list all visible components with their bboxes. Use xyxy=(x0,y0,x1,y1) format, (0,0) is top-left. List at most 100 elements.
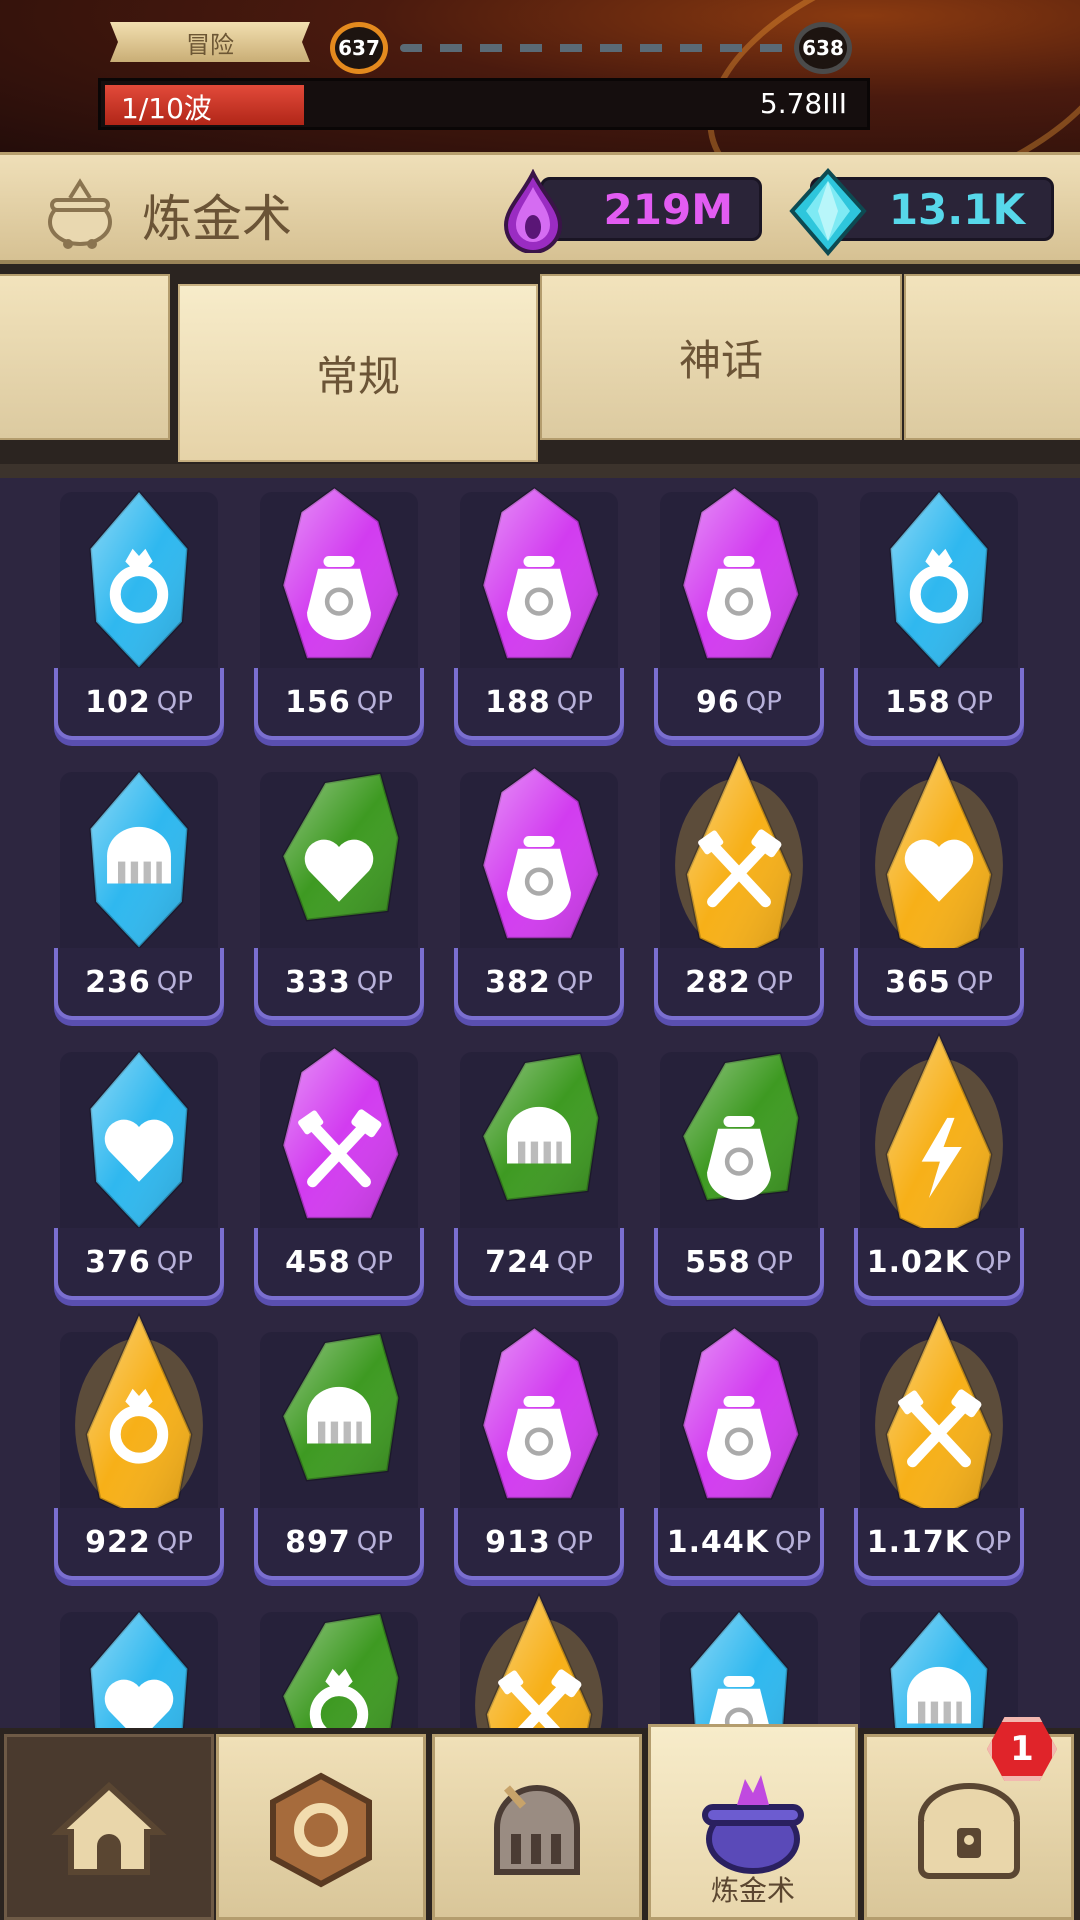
tab-right-partial[interactable] xyxy=(904,274,1080,440)
wave-progress-bar: 1/10波 5.78III xyxy=(98,78,870,130)
crystal-price-value: 458 xyxy=(285,1244,351,1280)
crystal-price: 897 QP xyxy=(254,1508,424,1580)
crystal-slot[interactable]: 102 QP xyxy=(54,478,224,742)
crystal-slot[interactable] xyxy=(54,1592,224,1728)
green-crystal xyxy=(281,1612,400,1728)
crystal-price: 365 QP xyxy=(854,948,1024,1020)
crystal-price-unit: QP xyxy=(356,967,393,997)
elixir-drop-icon xyxy=(503,169,563,253)
alchemy-header: 炼金术 219M 13.1K xyxy=(0,152,1080,264)
helmet-icon xyxy=(907,1666,971,1724)
crystal-price-unit: QP xyxy=(745,687,782,717)
purple-crystal xyxy=(681,1326,800,1500)
crystal-price-unit: QP xyxy=(775,1527,812,1557)
crystal-slot[interactable] xyxy=(854,1592,1024,1728)
crystal-slot[interactable]: 365 QP xyxy=(854,752,1024,1022)
crystal-slot[interactable]: 558 QP xyxy=(654,1032,824,1302)
crystal-price-unit: QP xyxy=(356,687,393,717)
helmet-icon xyxy=(507,1106,571,1164)
knight-helmet-icon xyxy=(494,1785,580,1875)
crystal-price: 558 QP xyxy=(654,1228,824,1300)
helmet-icon xyxy=(107,826,171,884)
crystal-price-unit: QP xyxy=(556,1247,593,1277)
blue-crystal xyxy=(89,769,189,950)
crystal-price: 382 QP xyxy=(454,948,624,1020)
tab-strip: 常规 神话 xyxy=(0,264,1080,478)
crystal-slot[interactable] xyxy=(654,1592,824,1728)
crystal-slot[interactable]: 236 QP xyxy=(54,752,224,1022)
crystal-price-unit: QP xyxy=(956,687,993,717)
crystal-price: 1.44K QP xyxy=(654,1508,824,1580)
crystal-slot[interactable]: 913 QP xyxy=(454,1312,624,1582)
crystal-price-value: 102 xyxy=(85,684,151,720)
crystal-price-value: 365 xyxy=(885,964,951,1000)
nav-alchemy[interactable]: 炼金术 xyxy=(648,1724,858,1920)
crystal-price-value: 1.17K xyxy=(866,1524,970,1560)
purple-crystal xyxy=(481,1326,600,1500)
blue-crystal xyxy=(889,1609,989,1728)
purple-crystal xyxy=(481,766,600,940)
blue-crystal xyxy=(889,489,989,670)
tab-normal[interactable]: 常规 xyxy=(178,284,538,462)
gold-crystal xyxy=(875,1312,1003,1519)
nav-home[interactable] xyxy=(4,1734,214,1920)
crystal-price-unit: QP xyxy=(356,1527,393,1557)
nav-chest[interactable]: 1 xyxy=(864,1717,1074,1920)
crystal-price-value: 96 xyxy=(696,684,740,720)
green-crystal xyxy=(281,772,400,922)
crystal-slot[interactable]: 156 QP xyxy=(254,478,424,742)
crystal-price-value: 382 xyxy=(485,964,551,1000)
crystal-slot[interactable]: 897 QP xyxy=(254,1312,424,1582)
green-crystal xyxy=(281,1332,400,1482)
wave-counter: 1/10波 xyxy=(121,92,212,125)
crystal-price-unit: QP xyxy=(556,967,593,997)
crystal-slot[interactable]: 922 QP xyxy=(54,1312,224,1582)
crystal-price: 158 QP xyxy=(854,668,1024,740)
crystal-slot[interactable] xyxy=(454,1592,624,1728)
crystal-price-value: 188 xyxy=(485,684,551,720)
green-crystal xyxy=(681,1052,800,1202)
nav-heroes[interactable] xyxy=(216,1734,426,1920)
crystal-price-unit: QP xyxy=(975,1247,1012,1277)
crystal-price-unit: QP xyxy=(756,967,793,997)
crystal-price-value: 156 xyxy=(285,684,351,720)
crystal-slot[interactable]: 333 QP xyxy=(254,752,424,1022)
crystal-slot[interactable]: 96 QP xyxy=(654,478,824,742)
crystal-slot[interactable]: 1.02K QP xyxy=(854,1032,1024,1302)
diamond-gem-icon xyxy=(789,168,867,257)
gold-crystal xyxy=(875,1032,1003,1239)
purple-crystal xyxy=(281,1046,400,1220)
nav-battle[interactable] xyxy=(432,1734,642,1920)
crystal-slot[interactable]: 188 QP xyxy=(454,478,624,742)
crystal-price: 156 QP xyxy=(254,668,424,740)
crystal-slot[interactable]: 724 QP xyxy=(454,1032,624,1302)
crystal-slot[interactable]: 1.17K QP xyxy=(854,1312,1024,1582)
gem-value: 13.1K xyxy=(888,184,1025,234)
crystal-price: 1.02K QP xyxy=(854,1228,1024,1300)
crystal-slot[interactable]: 376 QP xyxy=(54,1032,224,1302)
gold-crystal xyxy=(875,752,1003,959)
cauldron-icon xyxy=(702,1775,804,1874)
crystal-price-unit: QP xyxy=(156,967,193,997)
crystal-slot[interactable]: 158 QP xyxy=(854,478,1024,742)
game-screen: 冒险 637 638 1/10波 5.78III 炼金术 219M 13.1K xyxy=(0,0,1080,1920)
crystal-price-value: 897 xyxy=(285,1524,351,1560)
crystal-slot[interactable]: 1.44K QP xyxy=(654,1312,824,1582)
wave-damage-value: 5.78III xyxy=(759,87,847,120)
crystal-slot[interactable]: 458 QP xyxy=(254,1032,424,1302)
crystal-slot[interactable] xyxy=(254,1592,424,1728)
crystal-price-unit: QP xyxy=(756,1247,793,1277)
purple-crystal xyxy=(681,486,800,660)
crystal-price-unit: QP xyxy=(556,1527,593,1557)
tab-left-partial[interactable] xyxy=(0,274,170,440)
bottom-navigation: 炼金术 1 xyxy=(0,1717,1080,1920)
crystal-price-value: 1.44K xyxy=(666,1524,770,1560)
crystal-slot[interactable]: 382 QP xyxy=(454,752,624,1022)
blue-crystal xyxy=(89,489,189,670)
crystal-slot[interactable]: 282 QP xyxy=(654,752,824,1022)
crystal-price: 1.17K QP xyxy=(854,1508,1024,1580)
crystal-price-value: 333 xyxy=(285,964,351,1000)
tab-mythic[interactable]: 神话 xyxy=(540,274,902,440)
house-icon xyxy=(51,1781,167,1875)
tab-divider xyxy=(0,464,1080,478)
